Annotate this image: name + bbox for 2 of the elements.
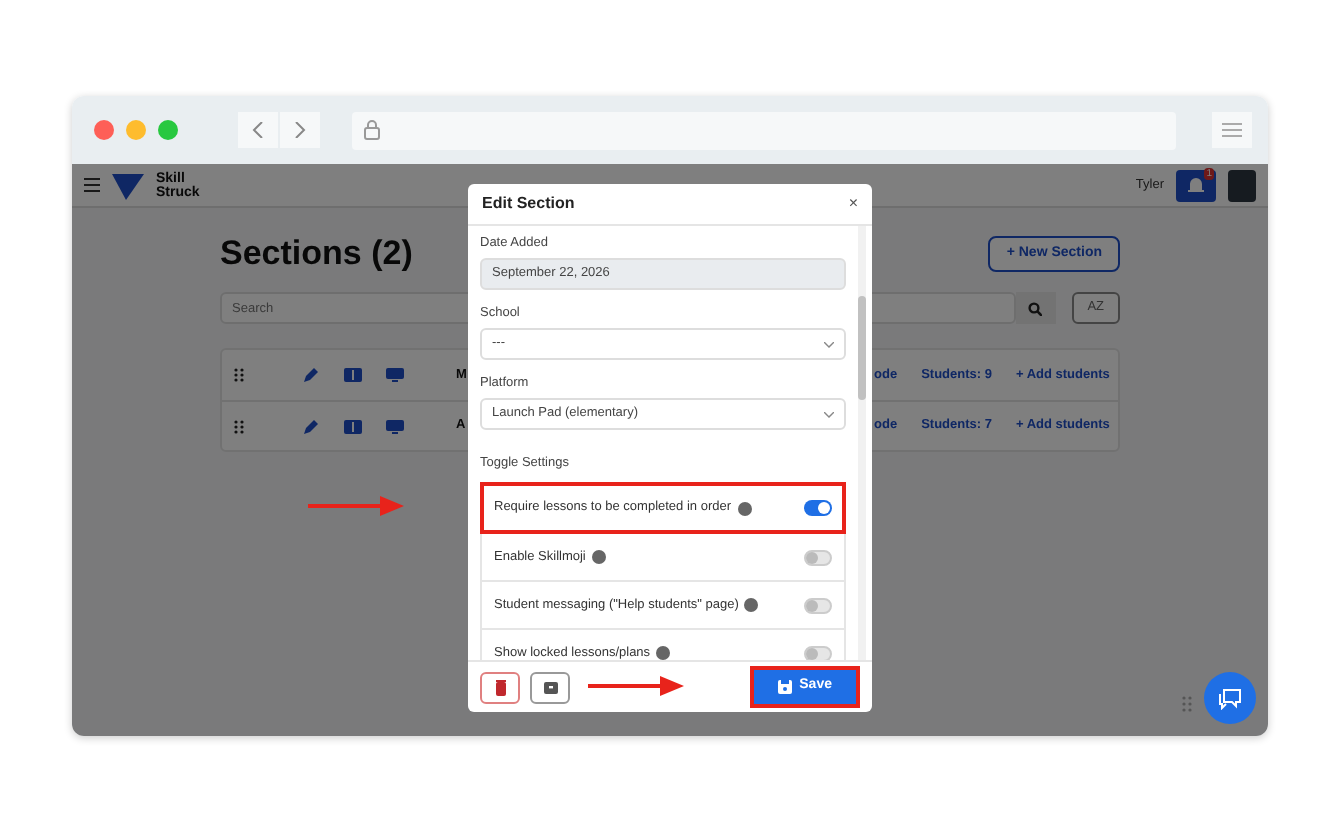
- page-title: Sections (2): [220, 232, 413, 276]
- dialog-title: Edit Section: [482, 192, 575, 216]
